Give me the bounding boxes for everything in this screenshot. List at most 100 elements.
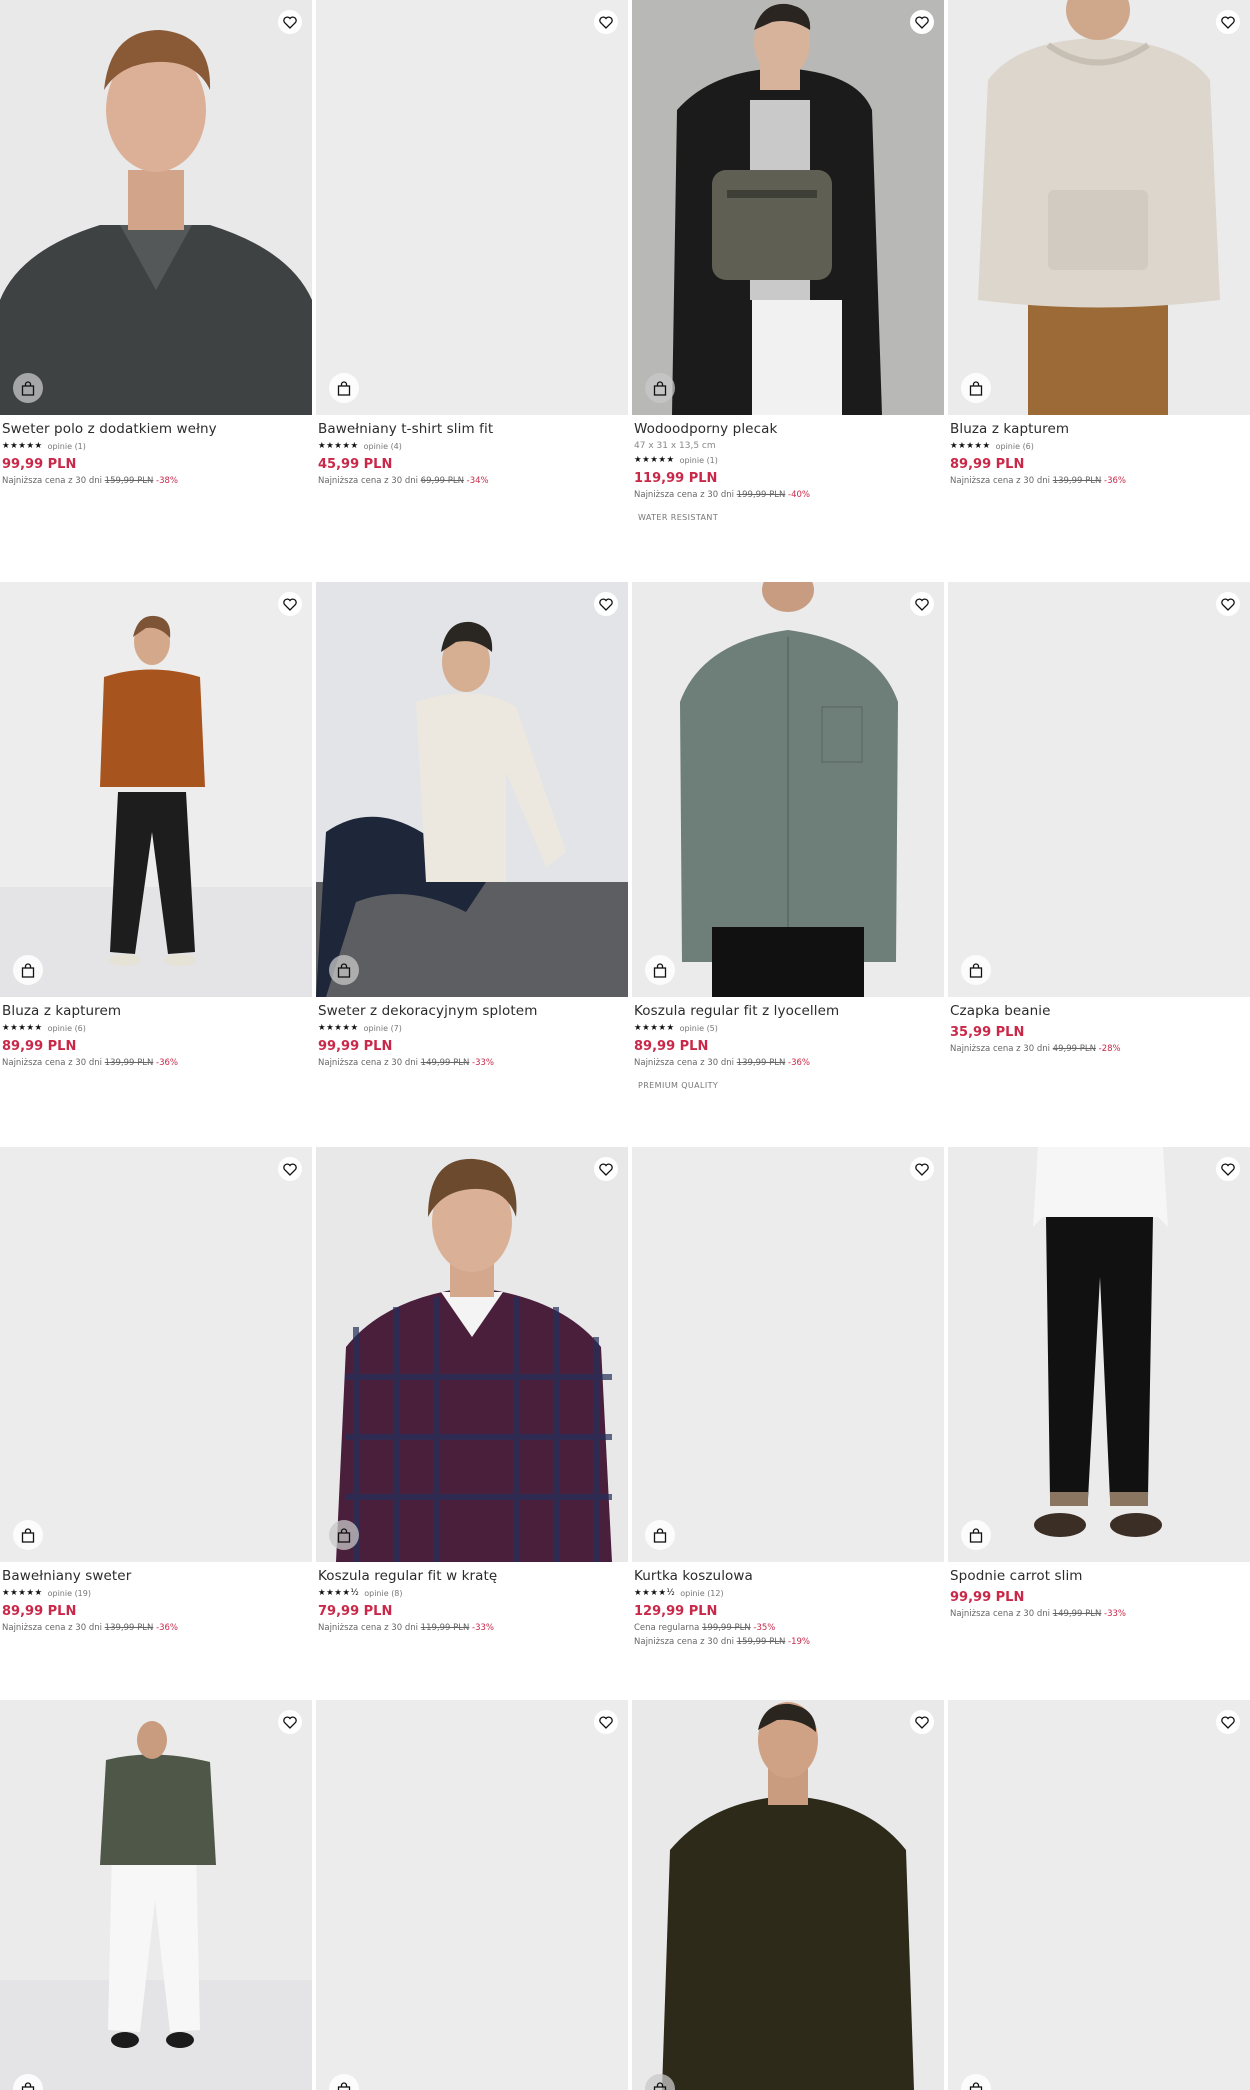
product-image[interactable] <box>632 1700 944 2090</box>
add-to-cart-button[interactable] <box>13 1520 43 1550</box>
product-name[interactable]: Spodnie carrot slim <box>950 1567 1248 1585</box>
shopping-bag-icon <box>21 2081 35 2090</box>
review-count[interactable]: opinie (5) <box>680 1024 718 1033</box>
product-name[interactable]: Wodoodporny plecak <box>634 420 942 438</box>
shopping-bag-icon <box>969 962 983 978</box>
add-to-cart-button[interactable] <box>645 1520 675 1550</box>
review-count[interactable]: opinie (1) <box>680 456 718 465</box>
favorite-button[interactable] <box>1216 592 1240 616</box>
review-count[interactable]: opinie (8) <box>364 1589 402 1598</box>
product-card[interactable]: Sweter z dekoracyjnym splotem ★★★★★ opini… <box>316 582 628 1069</box>
favorite-button[interactable] <box>278 10 302 34</box>
product-name[interactable]: Bawełniany t-shirt slim fit <box>318 420 626 438</box>
review-count[interactable]: opinie (4) <box>364 442 402 451</box>
product-card[interactable]: Bawełniany t-shirt slim fit ★★★★★ opinie … <box>316 0 628 487</box>
product-name[interactable]: Sweter polo z dodatkiem wełny <box>2 420 310 438</box>
add-to-cart-button[interactable] <box>961 2074 991 2090</box>
favorite-button[interactable] <box>278 1157 302 1181</box>
add-to-cart-button[interactable] <box>645 955 675 985</box>
product-image[interactable] <box>632 582 944 997</box>
favorite-button[interactable] <box>1216 1157 1240 1181</box>
product-price: 89,99 PLN <box>634 1039 709 1054</box>
add-to-cart-button[interactable] <box>13 955 43 985</box>
product-name[interactable]: Bawełniany sweter <box>2 1567 310 1585</box>
product-image[interactable] <box>948 0 1250 415</box>
favorite-button[interactable] <box>910 10 934 34</box>
shopping-bag-icon <box>969 1527 983 1543</box>
product-image[interactable] <box>316 1700 628 2090</box>
add-to-cart-button[interactable] <box>329 955 359 985</box>
product-price: 99,99 PLN <box>950 1590 1025 1605</box>
product-image[interactable] <box>0 582 312 997</box>
favorite-button[interactable] <box>910 1710 934 1734</box>
product-card[interactable] <box>948 1700 1250 2090</box>
product-image[interactable] <box>632 0 944 415</box>
favorite-button[interactable] <box>594 1157 618 1181</box>
discount-badge: -36% <box>788 1058 811 1068</box>
product-name[interactable]: Sweter z dekoracyjnym splotem <box>318 1002 626 1020</box>
product-name[interactable]: Koszula regular fit w kratę <box>318 1567 626 1585</box>
review-count[interactable]: opinie (12) <box>680 1589 723 1598</box>
product-rating: ★★★★★ opinie (19) <box>2 1587 310 1599</box>
product-image[interactable] <box>948 582 1250 997</box>
add-to-cart-button[interactable] <box>13 373 43 403</box>
add-to-cart-button[interactable] <box>961 373 991 403</box>
add-to-cart-button[interactable] <box>961 1520 991 1550</box>
product-price: 129,99 PLN <box>634 1604 718 1619</box>
add-to-cart-button[interactable] <box>329 1520 359 1550</box>
rating-stars: ★★★★★ <box>2 1588 43 1598</box>
product-card[interactable] <box>316 1700 628 2090</box>
shopping-bag-icon <box>653 962 667 978</box>
add-to-cart-button[interactable] <box>645 373 675 403</box>
product-card[interactable]: Wodoodporny plecak 47 x 31 x 13,5 cm ★★★… <box>632 0 944 522</box>
favorite-button[interactable] <box>594 592 618 616</box>
add-to-cart-button[interactable] <box>329 2074 359 2090</box>
product-image[interactable] <box>316 0 628 415</box>
rating-stars: ★★★★★ <box>2 1023 43 1033</box>
product-name[interactable]: Kurtka koszulowa <box>634 1567 942 1585</box>
discount-badge: -28% <box>1098 1044 1121 1054</box>
product-card[interactable]: Koszula regular fit z lyocellem ★★★★★ opi… <box>632 582 944 1090</box>
product-image[interactable] <box>948 1700 1250 2090</box>
review-count[interactable]: opinie (7) <box>364 1024 402 1033</box>
favorite-button[interactable] <box>594 10 618 34</box>
favorite-button[interactable] <box>910 592 934 616</box>
review-count[interactable]: opinie (1) <box>48 442 86 451</box>
product-name[interactable]: Bluza z kapturem <box>950 420 1248 438</box>
product-image[interactable] <box>0 1147 312 1562</box>
product-card[interactable]: Czapka beanie 35,99 PLN Najniższa cena z… <box>948 582 1250 1055</box>
product-card[interactable]: Bluza z kapturem ★★★★★ opinie (6) 89,99 P… <box>0 582 312 1069</box>
shopping-bag-icon <box>337 1527 351 1543</box>
product-name[interactable]: Koszula regular fit z lyocellem <box>634 1002 942 1020</box>
product-card[interactable]: Spodnie carrot slim 99,99 PLN Najniższa … <box>948 1147 1250 1620</box>
favorite-button[interactable] <box>278 592 302 616</box>
favorite-button[interactable] <box>910 1157 934 1181</box>
product-price: 99,99 PLN <box>318 1039 393 1054</box>
review-count[interactable]: opinie (6) <box>48 1024 86 1033</box>
product-card[interactable]: Bluza z kapturem ★★★★★ opinie (6) 89,99 P… <box>948 0 1250 487</box>
product-name[interactable]: Bluza z kapturem <box>2 1002 310 1020</box>
favorite-button[interactable] <box>594 1710 618 1734</box>
product-image[interactable] <box>316 582 628 997</box>
product-image[interactable] <box>316 1147 628 1562</box>
review-count[interactable]: opinie (6) <box>996 442 1034 451</box>
product-name[interactable]: Czapka beanie <box>950 1002 1248 1020</box>
lowest-price-info: Najniższa cena z 30 dni 139,99 PLN -36% <box>2 1057 310 1069</box>
product-card[interactable]: Kurtka koszulowa ★★★★½ opinie (12) 129,99… <box>632 1147 944 1648</box>
product-image[interactable] <box>948 1147 1250 1562</box>
review-count[interactable]: opinie (19) <box>48 1589 91 1598</box>
product-image[interactable] <box>632 1147 944 1562</box>
product-card[interactable]: Koszula regular fit w kratę ★★★★½ opinie … <box>316 1147 628 1634</box>
product-image[interactable] <box>0 0 312 415</box>
add-to-cart-button[interactable] <box>329 373 359 403</box>
product-card[interactable] <box>0 1700 312 2090</box>
product-image[interactable] <box>0 1700 312 2090</box>
favorite-button[interactable] <box>278 1710 302 1734</box>
favorite-button[interactable] <box>1216 1710 1240 1734</box>
favorite-button[interactable] <box>1216 10 1240 34</box>
add-to-cart-button[interactable] <box>961 955 991 985</box>
product-card[interactable]: Sweter polo z dodatkiem wełny ★★★★★ opini… <box>0 0 312 487</box>
product-card[interactable]: Bawełniany sweter ★★★★★ opinie (19) 89,99… <box>0 1147 312 1634</box>
product-rating: ★★★★★ opinie (6) <box>950 440 1248 452</box>
product-card[interactable] <box>632 1700 944 2090</box>
